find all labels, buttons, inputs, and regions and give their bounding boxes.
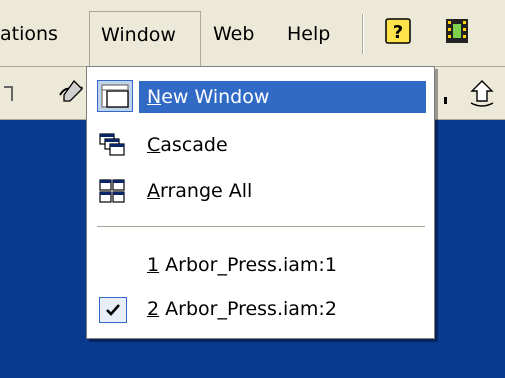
video-icon[interactable] — [442, 16, 472, 46]
rotate-icon[interactable] — [466, 77, 498, 111]
svg-text:?: ? — [393, 22, 403, 43]
menu-item-document-2[interactable]: 2 Arbor_Press.iam:2 — [87, 289, 434, 329]
menubar-item-window-label: Window — [101, 24, 176, 46]
arrange-all-icon — [99, 179, 125, 203]
menu-item-label: Arrange All — [147, 180, 253, 202]
checkmark-icon — [106, 304, 120, 316]
toolbar-comma-icon — [444, 97, 447, 104]
menu-item-label: New Window — [147, 86, 270, 108]
checkmark-box — [99, 297, 127, 323]
menubar-item-window[interactable]: Window — [89, 11, 201, 66]
menubar-separator — [362, 14, 364, 54]
toolbar-icon-partial[interactable] — [2, 83, 18, 105]
window-menu: New Window Cascade Arrange All 1 Arbor_P… — [86, 66, 435, 339]
menu-bar: ations Window Web Help ? — [0, 0, 505, 67]
menu-item-label: 1 Arbor_Press.iam:1 — [147, 254, 337, 276]
menu-item-label: 2 Arbor_Press.iam:2 — [147, 298, 337, 320]
menu-separator — [97, 226, 425, 228]
menu-item-cascade[interactable]: Cascade — [87, 125, 434, 165]
menubar-item-web[interactable]: Web — [213, 22, 254, 46]
menu-item-new-window[interactable]: New Window — [87, 77, 434, 117]
help-icon[interactable]: ? — [383, 16, 413, 46]
menubar-item-help[interactable]: Help — [287, 22, 330, 46]
cascade-icon — [99, 133, 125, 156]
menu-item-arrange-all[interactable]: Arrange All — [87, 171, 434, 211]
sketch-icon[interactable] — [56, 77, 86, 107]
new-window-icon — [97, 80, 133, 112]
menubar-item-applications[interactable]: ations — [0, 22, 58, 46]
menu-item-document-1[interactable]: 1 Arbor_Press.iam:1 — [87, 245, 434, 285]
menu-item-label: Cascade — [147, 134, 228, 156]
